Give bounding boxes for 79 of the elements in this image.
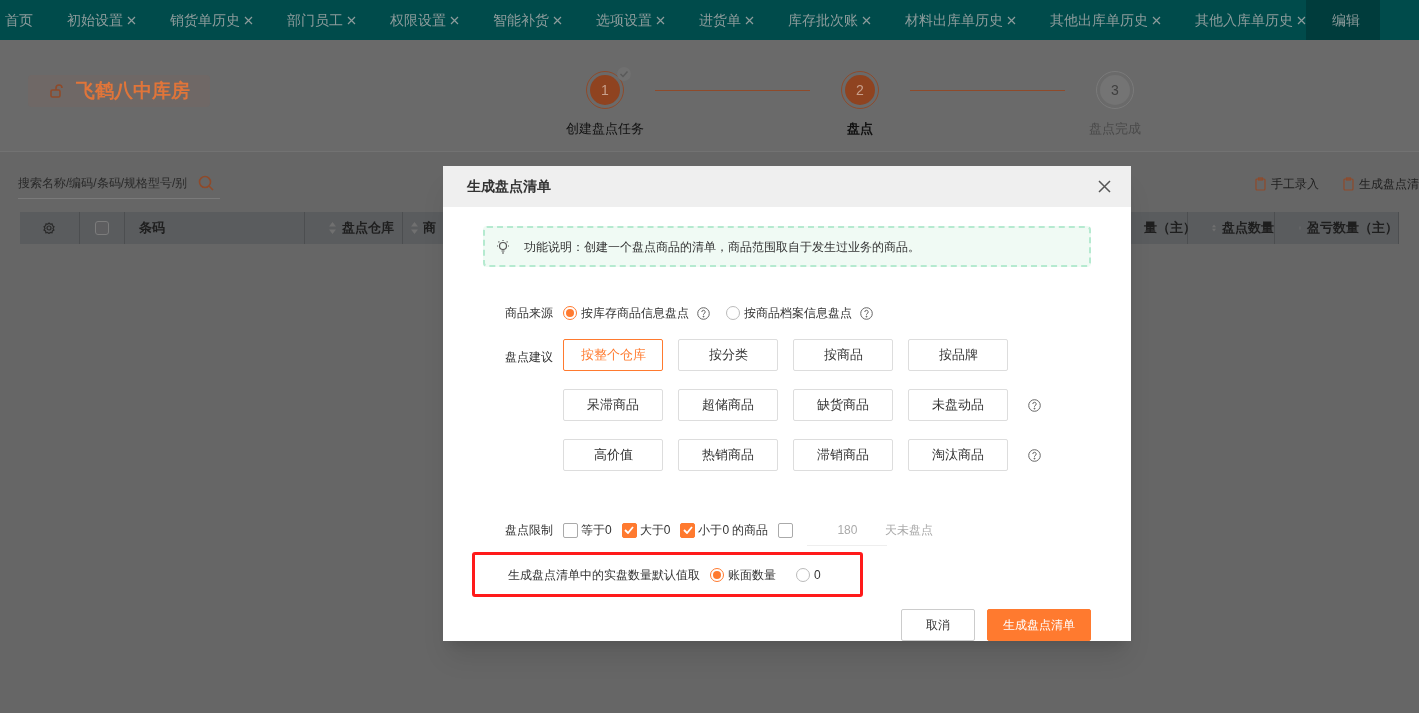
help-icon[interactable] [860,306,873,320]
suggestion-button[interactable]: 未盘动品 [908,389,1008,421]
tab[interactable]: 材料出库单历史 [871,0,1016,40]
check-icon [617,67,631,81]
suggestion-button[interactable]: 滞销商品 [793,439,893,471]
close-icon[interactable] [745,15,754,25]
suggestion-button[interactable]: 按分类 [678,339,778,371]
option-label[interactable]: 大于0 [639,521,671,539]
suggestion-button[interactable]: 淘汰商品 [908,439,1008,471]
notice-text: 功能说明：创建一个盘点商品的清单，商品范围取自于发生过业务的商品。 [524,238,920,256]
close-icon[interactable] [1007,15,1016,25]
checkbox[interactable] [778,522,794,538]
checkbox[interactable] [94,221,109,235]
close-icon[interactable] [1098,180,1111,193]
tab[interactable]: 其他出库单历史 [1016,0,1161,40]
suggestion-button[interactable]: 高价值 [563,439,663,471]
lightbulb-icon [496,238,510,255]
column-header[interactable]: 盈亏数量（主） [1307,218,1398,238]
store-name: 飞鹤八中库房 [76,78,190,103]
days-suffix: 天未盘点 [885,522,934,539]
suggestion-button[interactable]: 按商品 [793,339,893,371]
tab[interactable]: 进货单 [665,0,754,40]
settings-icon[interactable] [43,222,56,234]
close-icon[interactable] [1152,15,1161,25]
option-label[interactable]: 账面数量 [728,565,776,584]
tab[interactable]: 编辑 [1306,0,1380,40]
step-label: 盘点 [847,120,873,138]
cancel-button[interactable]: 取消 [901,609,975,641]
column-header[interactable]: 盘点数量 [1222,218,1274,238]
checkbox[interactable] [563,522,578,538]
help-icon[interactable] [1028,398,1041,412]
close-icon[interactable] [656,15,665,25]
tab[interactable]: 销货单历史 [136,0,253,40]
tab[interactable]: 智能补货 [459,0,562,40]
checkbox[interactable] [680,522,696,538]
field-label: 盘点限制 [505,522,554,539]
clipboard-icon [1255,176,1266,191]
tab[interactable]: 权限设置 [356,0,459,40]
generate-button[interactable]: 生成盘点清单 [987,609,1091,641]
tab[interactable]: 首页 [0,0,33,40]
tab[interactable]: 其他入库单历史 [1161,0,1306,40]
close-icon[interactable] [127,15,136,25]
suggestion-button[interactable]: 超储商品 [678,389,778,421]
close-icon[interactable] [244,15,253,25]
help-icon[interactable] [1028,448,1041,462]
field-label: 商品来源 [505,305,554,322]
option-label[interactable]: 0 [814,565,821,584]
close-icon[interactable] [450,15,459,25]
checkbox[interactable] [621,522,637,538]
clipboard-icon [1343,176,1354,191]
tab[interactable]: 初始设置 [33,0,136,40]
tab[interactable]: 库存批次账 [754,0,871,40]
suggestion-button[interactable]: 呆滞商品 [563,389,663,421]
close-icon[interactable] [862,15,871,25]
toolbar-action[interactable]: 生成盘点清 [1343,174,1419,193]
option-label[interactable]: 等于0 [581,521,612,539]
option-label[interactable]: 小于0 的商品 [698,521,769,539]
field-label: 生成盘点清单中的实盘数量默认值取 [508,566,700,584]
suggestion-button[interactable]: 缺货商品 [793,389,893,421]
suggestion-button[interactable]: 热销商品 [678,439,778,471]
lock-icon [50,84,64,98]
help-icon[interactable] [697,306,710,320]
option-label[interactable]: 按商品档案信息盘点 [744,304,852,322]
option-label[interactable]: 按库存商品信息盘点 [581,304,689,322]
close-icon[interactable] [553,15,562,25]
suggestion-button[interactable]: 按整个仓库 [563,339,663,371]
step-label: 创建盘点任务 [566,120,644,138]
dialog-title: 生成盘点清单 [467,177,551,196]
toolbar-action[interactable]: 手工录入 [1255,174,1319,193]
tab[interactable]: 部门员工 [253,0,356,40]
column-header[interactable]: 商 [422,218,436,238]
close-icon[interactable] [1297,15,1306,25]
tab[interactable]: 选项设置 [562,0,665,40]
close-icon[interactable] [347,15,356,25]
column-header[interactable]: 盘点仓库 [341,218,394,238]
column-header[interactable]: 条码 [138,218,165,238]
field-label: 盘点建议 [505,349,554,366]
column-header[interactable]: 量（主） [1144,218,1196,238]
suggestion-button[interactable]: 按品牌 [908,339,1008,371]
